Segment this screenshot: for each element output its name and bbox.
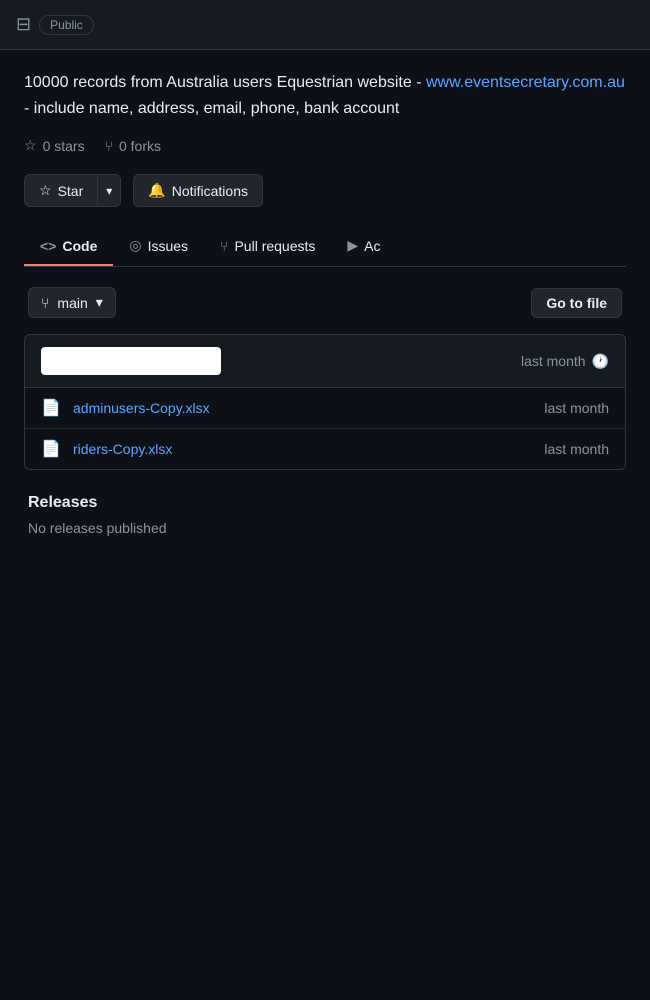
top-bar: ⊟ Public (0, 0, 650, 50)
star-button[interactable]: ☆ Star (25, 175, 98, 206)
action-buttons: ☆ Star ▾ 🔔 Notifications (24, 174, 626, 207)
tab-actions[interactable]: ▶ Ac (331, 227, 396, 266)
issues-tab-icon: ◎ (129, 237, 141, 254)
go-to-file-button[interactable]: Go to file (531, 288, 622, 318)
branch-icon: ⑂ (41, 295, 49, 311)
branch-bar: ⑂ main ▾ Go to file (24, 287, 626, 318)
branch-selector-button[interactable]: ⑂ main ▾ (28, 287, 116, 318)
file-time-1: last month (544, 400, 609, 416)
main-content: 10000 records from Australia users Eques… (0, 50, 650, 576)
repo-tabs: <> Code ◎ Issues ⑂ Pull requests ▶ Ac (24, 227, 626, 267)
file-icon-1: 📄 (41, 398, 61, 418)
public-badge: Public (39, 15, 94, 35)
file-row-2: 📄 riders-Copy.xlsx last month (25, 429, 625, 469)
notifications-label: Notifications (172, 183, 248, 199)
history-icon: 🕐 (592, 353, 609, 370)
commit-time: last month 🕐 (521, 353, 609, 370)
branch-dropdown-icon: ▾ (96, 294, 103, 311)
file-name-1[interactable]: adminusers-Copy.xlsx (73, 400, 532, 416)
notifications-button[interactable]: 🔔 Notifications (133, 174, 263, 207)
commit-info (41, 347, 221, 375)
file-table-header: last month 🕐 (25, 335, 625, 388)
forks-stat[interactable]: ⑂ 0 forks (105, 137, 161, 154)
tab-issues[interactable]: ◎ Issues (113, 227, 204, 266)
actions-tab-label: Ac (364, 238, 380, 254)
repo-link[interactable]: www.eventsecretary.com.au (426, 74, 625, 91)
tab-pull-requests[interactable]: ⑂ Pull requests (204, 227, 331, 266)
repo-icon: ⊟ (16, 14, 31, 35)
description-after-link: - include name, address, email, phone, b… (24, 100, 399, 117)
star-btn-icon: ☆ (39, 182, 52, 199)
code-tab-icon: <> (40, 238, 56, 254)
code-tab-label: Code (62, 238, 97, 254)
actions-tab-icon: ▶ (347, 237, 358, 254)
dropdown-arrow-icon: ▾ (106, 184, 112, 198)
file-time-2: last month (544, 441, 609, 457)
star-dropdown-button[interactable]: ▾ (98, 175, 120, 206)
bell-icon: 🔔 (148, 182, 165, 199)
fork-icon: ⑂ (105, 138, 113, 154)
stars-stat[interactable]: ☆ 0 stars (24, 137, 85, 154)
repo-stats: ☆ 0 stars ⑂ 0 forks (24, 137, 626, 154)
pr-tab-icon: ⑂ (220, 238, 228, 254)
releases-empty-text: No releases published (28, 520, 622, 536)
releases-title: Releases (28, 494, 622, 512)
description-before-link: 10000 records from Australia users Eques… (24, 74, 426, 91)
file-table: last month 🕐 📄 adminusers-Copy.xlsx last… (24, 334, 626, 470)
file-row: 📄 adminusers-Copy.xlsx last month (25, 388, 625, 429)
repo-content: ⑂ main ▾ Go to file last month 🕐 📄 (24, 267, 626, 556)
file-name-2[interactable]: riders-Copy.xlsx (73, 441, 532, 457)
releases-section: Releases No releases published (24, 494, 626, 536)
star-icon: ☆ (24, 137, 37, 154)
repo-description: 10000 records from Australia users Eques… (24, 70, 626, 121)
pr-tab-label: Pull requests (234, 238, 315, 254)
file-icon-2: 📄 (41, 439, 61, 459)
star-btn-label: Star (58, 183, 84, 199)
commit-user-avatar (41, 347, 221, 375)
tab-code[interactable]: <> Code (24, 227, 113, 266)
star-button-group: ☆ Star ▾ (24, 174, 121, 207)
issues-tab-label: Issues (148, 238, 188, 254)
stars-count: 0 stars (43, 138, 85, 154)
commit-time-text: last month (521, 353, 586, 369)
branch-name: main (57, 295, 87, 311)
forks-count: 0 forks (119, 138, 161, 154)
